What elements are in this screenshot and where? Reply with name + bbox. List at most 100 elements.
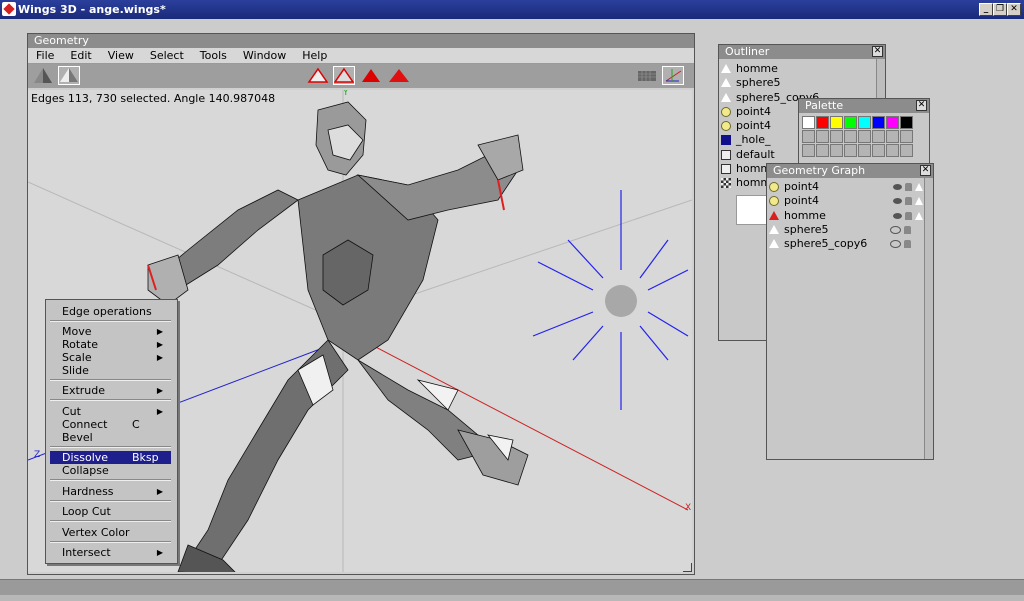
menu-item-connect[interactable]: Connect C	[50, 418, 171, 431]
menu-item-label: Slide	[62, 364, 89, 377]
light-bulb-icon	[769, 196, 779, 207]
graph-item[interactable]: sphere5	[767, 223, 933, 237]
palette-swatch[interactable]	[858, 144, 871, 157]
geometry-graph-title[interactable]: Geometry Graph ✕	[767, 164, 933, 178]
geometry-graph-scrollbar[interactable]	[924, 178, 933, 459]
outliner-item[interactable]: homme	[719, 62, 885, 76]
menu-edit[interactable]: Edit	[62, 48, 99, 63]
visibility-eye-icon[interactable]	[893, 212, 902, 219]
palette-swatch[interactable]	[886, 144, 899, 157]
menu-item-intersect[interactable]: Intersect ▶	[50, 546, 171, 559]
lock-icon[interactable]	[905, 211, 912, 220]
lock-icon[interactable]	[905, 183, 912, 191]
menu-select[interactable]: Select	[142, 48, 192, 63]
palette-swatch[interactable]	[802, 130, 815, 143]
menu-item-bevel[interactable]: Bevel	[50, 431, 171, 444]
menu-window[interactable]: Window	[235, 48, 294, 63]
hidden-eye-icon[interactable]	[890, 240, 901, 249]
wire-triangle-icon[interactable]	[915, 197, 923, 206]
palette-swatch[interactable]	[816, 116, 829, 129]
menu-item-loop-cut[interactable]: Loop Cut	[50, 505, 171, 518]
menu-item-extrude[interactable]: Extrude ▶	[50, 384, 171, 397]
body-select-mode-button[interactable]	[388, 66, 410, 85]
window-title: Wings 3D - ange.wings*	[18, 3, 166, 16]
palette-swatch[interactable]	[830, 130, 843, 143]
face-select-mode-button[interactable]	[360, 66, 382, 85]
menu-tools[interactable]: Tools	[192, 48, 235, 63]
palette-swatch[interactable]	[872, 144, 885, 157]
selection-info: Edges 113, 730 selected. Angle 140.98704…	[31, 92, 276, 105]
palette-swatch[interactable]	[872, 116, 885, 129]
vertex-select-mode-button[interactable]	[307, 66, 329, 85]
lock-icon[interactable]	[904, 225, 911, 234]
graph-item[interactable]: homme	[767, 209, 933, 223]
menu-item-label: Hardness	[62, 485, 114, 498]
menu-view[interactable]: View	[100, 48, 142, 63]
wire-triangle-icon[interactable]	[915, 211, 923, 220]
resize-handle[interactable]	[683, 563, 692, 572]
outliner-item[interactable]: sphere5	[719, 76, 885, 90]
palette-swatch[interactable]	[802, 144, 815, 157]
light-source[interactable]	[532, 190, 689, 410]
palette-swatch[interactable]	[844, 144, 857, 157]
close-button[interactable]: ✕	[1007, 3, 1021, 16]
blue-material-icon	[721, 135, 731, 146]
restore-button[interactable]: ❐	[993, 3, 1007, 16]
graph-item[interactable]: point4	[767, 194, 933, 208]
smooth-cone-icon	[34, 68, 52, 83]
menu-file[interactable]: File	[28, 48, 62, 63]
menu-item-label: Extrude	[62, 384, 106, 397]
smooth-shading-button[interactable]	[32, 66, 54, 85]
submenu-arrow-icon: ▶	[156, 386, 163, 395]
edge-select-mode-button[interactable]	[333, 66, 355, 85]
menu-item-hardness[interactable]: Hardness ▶	[50, 485, 171, 498]
outliner-title[interactable]: Outliner ✕	[719, 45, 885, 59]
menu-item-move[interactable]: Move ▶	[50, 325, 171, 338]
visibility-eye-icon[interactable]	[893, 184, 902, 190]
axes-toggle-button[interactable]	[662, 66, 684, 85]
ground-plane-toggle-button[interactable]	[636, 66, 658, 85]
flat-shading-button[interactable]	[58, 66, 80, 85]
geometry-graph-close-button[interactable]: ✕	[920, 165, 931, 176]
mesh-figure[interactable]	[147, 101, 529, 572]
outliner-close-button[interactable]: ✕	[872, 46, 883, 57]
menu-separator	[50, 541, 171, 543]
palette-swatch[interactable]	[900, 130, 913, 143]
menu-separator	[50, 379, 171, 381]
lock-icon[interactable]	[904, 240, 911, 249]
palette-swatch[interactable]	[830, 144, 843, 157]
menu-separator	[50, 399, 171, 401]
palette-swatch[interactable]	[886, 116, 899, 129]
palette-swatch[interactable]	[844, 116, 857, 129]
menu-item-rotate[interactable]: Rotate ▶	[50, 338, 171, 351]
palette-title[interactable]: Palette ✕	[799, 99, 929, 113]
palette-swatch[interactable]	[858, 130, 871, 143]
palette-swatch[interactable]	[802, 116, 815, 129]
menu-help[interactable]: Help	[294, 48, 335, 63]
graph-item[interactable]: sphere5_copy6	[767, 237, 933, 251]
menu-item-scale[interactable]: Scale ▶	[50, 351, 171, 364]
wire-triangle-icon[interactable]	[915, 183, 923, 191]
menu-item-cut[interactable]: Cut ▶	[50, 405, 171, 418]
palette-swatch[interactable]	[900, 144, 913, 157]
minimize-button[interactable]: _	[979, 3, 993, 16]
menu-item-dissolve[interactable]: Dissolve Bksp	[50, 451, 171, 464]
visibility-eye-icon[interactable]	[893, 198, 902, 205]
palette-swatch[interactable]	[844, 130, 857, 143]
palette-swatch[interactable]	[900, 116, 913, 129]
palette-swatch[interactable]	[858, 116, 871, 129]
palette-swatch[interactable]	[830, 116, 843, 129]
palette-swatch[interactable]	[816, 144, 829, 157]
hidden-eye-icon[interactable]	[890, 225, 901, 234]
geometry-window-title[interactable]: Geometry	[28, 34, 694, 48]
palette-swatch[interactable]	[886, 130, 899, 143]
palette-close-button[interactable]: ✕	[916, 100, 927, 111]
palette-swatch[interactable]	[816, 130, 829, 143]
menu-item-slide[interactable]: Slide	[50, 364, 171, 377]
lock-icon[interactable]	[905, 197, 912, 206]
menu-item-vertex-color[interactable]: Vertex Color	[50, 526, 171, 539]
graph-item[interactable]: point4	[767, 180, 933, 194]
menu-item-collapse[interactable]: Collapse	[50, 464, 171, 477]
palette-swatch[interactable]	[872, 130, 885, 143]
white-triangle-icon	[769, 239, 779, 249]
